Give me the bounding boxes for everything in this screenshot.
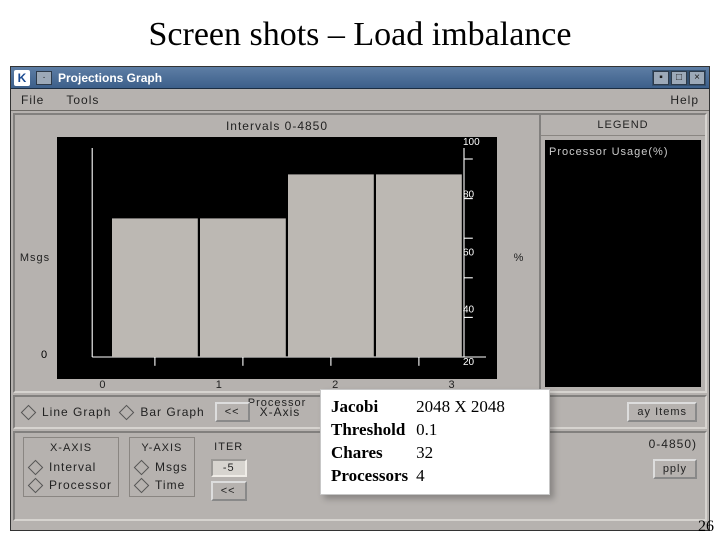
iter-value[interactable]: -5 (211, 459, 247, 477)
param-key: Chares (331, 442, 416, 465)
bar-graph-label: Bar Graph (140, 405, 204, 419)
params-overlay: Jacobi2048 X 2048 Threshold0.1 Chares32 … (320, 389, 550, 495)
right-stack: 0-4850) pply (649, 437, 697, 479)
page-number: 26 (698, 518, 714, 536)
apply-button[interactable]: pply (653, 459, 697, 479)
xaxis-heading: X-AXIS (30, 442, 112, 454)
yaxis-msgs-label: Msgs (155, 460, 188, 474)
xaxis-group: X-AXIS Interval Processor (23, 437, 119, 497)
range-readout: 0-4850) (649, 437, 697, 451)
param-key: Threshold (331, 419, 416, 442)
kde-icon: K (14, 70, 30, 86)
menu-help[interactable]: Help (670, 93, 699, 107)
bar-graph-option[interactable]: Bar Graph (121, 405, 204, 419)
param-val: 32 (416, 442, 513, 465)
param-row: Jacobi2048 X 2048 (331, 396, 513, 419)
chart-title: Intervals 0-4850 (15, 115, 539, 137)
line-graph-label: Line Graph (42, 405, 111, 419)
iter-prev-button[interactable]: << (211, 481, 247, 501)
chart-panel: Intervals 0-4850 Msgs (15, 115, 539, 391)
param-val: 0.1 (416, 419, 513, 442)
yaxis-heading: Y-AXIS (136, 442, 188, 454)
iter-group: ITER -5 << (205, 437, 253, 505)
xaxis-interval-label: Interval (49, 460, 96, 474)
iter-heading: ITER (211, 441, 247, 453)
param-key: Processors (331, 465, 416, 488)
legend-panel: LEGEND Processor Usage(%) (539, 115, 705, 391)
diamond-icon (134, 477, 150, 493)
main-panel: Intervals 0-4850 Msgs (13, 113, 707, 393)
diamond-icon (28, 477, 44, 493)
param-row: Threshold0.1 (331, 419, 513, 442)
param-row: Processors4 (331, 465, 513, 488)
yaxis-group: Y-AXIS Msgs Time (129, 437, 195, 497)
menubar: File Tools Help (11, 89, 709, 111)
bar-chart-svg (57, 137, 497, 379)
y-left-label: Msgs (15, 137, 55, 379)
legend-title: LEGEND (541, 115, 705, 136)
window-sticky-icon[interactable]: · (36, 71, 52, 85)
param-val: 2048 X 2048 (416, 396, 513, 419)
line-graph-option[interactable]: Line Graph (23, 405, 111, 419)
menu-file[interactable]: File (21, 93, 44, 107)
y-left-zero: 0 (41, 349, 47, 361)
xaxis-interval-option[interactable]: Interval (30, 460, 112, 474)
slide-title: Screen shots – Load imbalance (0, 0, 720, 64)
xaxis-fit-partial-label: X-Axis (260, 405, 301, 419)
yaxis-msgs-option[interactable]: Msgs (136, 460, 188, 474)
apply-items-button[interactable]: ay Items (627, 402, 697, 422)
param-val: 4 (416, 465, 513, 488)
legend-body: Processor Usage(%) (545, 140, 701, 387)
titlebar[interactable]: K · Projections Graph ▪ □ × (11, 67, 709, 89)
xaxis-processor-option[interactable]: Processor (30, 478, 112, 492)
yaxis-time-label: Time (155, 478, 185, 492)
close-icon[interactable]: × (689, 71, 705, 85)
diamond-icon (21, 404, 37, 420)
diamond-icon (119, 404, 135, 420)
diamond-icon (28, 459, 44, 475)
diamond-icon (134, 459, 150, 475)
minimize-icon[interactable]: ▪ (653, 71, 669, 85)
xaxis-processor-label: Processor (49, 478, 112, 492)
yaxis-time-option[interactable]: Time (136, 478, 188, 492)
param-row: Chares32 (331, 442, 513, 465)
xtick: 1 (216, 379, 222, 391)
param-key: Jacobi (331, 396, 416, 419)
prev-button[interactable]: << (215, 402, 250, 422)
maximize-icon[interactable]: □ (671, 71, 687, 85)
plot-area[interactable]: 100 80 60 40 20 0 (57, 137, 497, 379)
menu-tools[interactable]: Tools (66, 93, 99, 107)
xtick: 0 (99, 379, 105, 391)
y-right-label: % (499, 137, 539, 379)
window-title: Projections Graph (58, 71, 162, 85)
